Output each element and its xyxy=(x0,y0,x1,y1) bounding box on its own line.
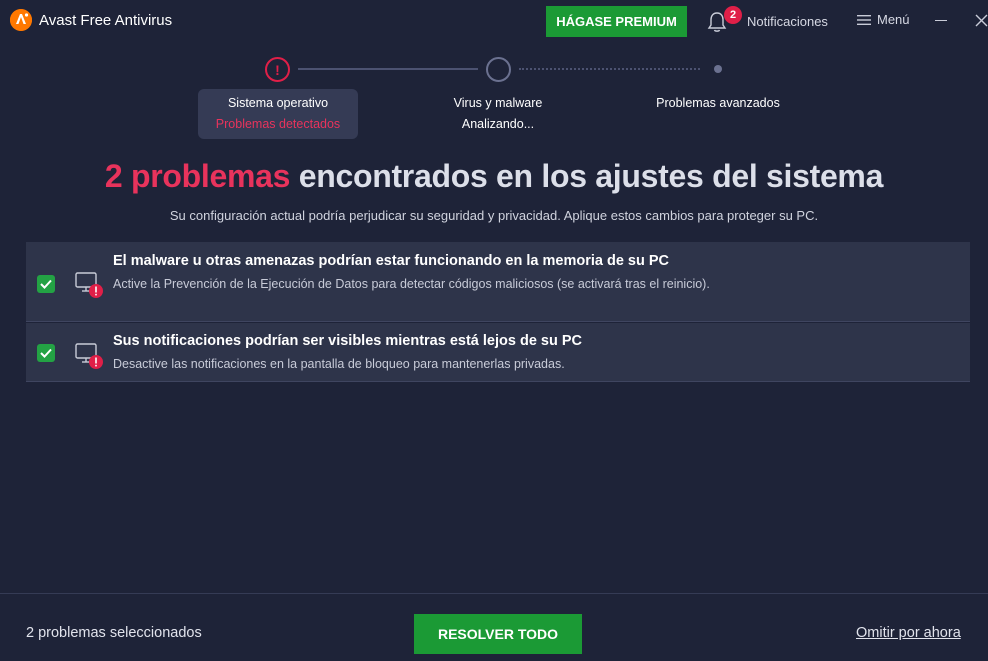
step-scanning-circle xyxy=(486,57,511,82)
pc-warning-icon xyxy=(75,271,105,299)
issue-row: El malware u otras amenazas podrían esta… xyxy=(26,242,970,322)
app-title: Avast Free Antivirus xyxy=(39,12,173,29)
title-bar: Avast Free Antivirus HÁGASE PREMIUM 2 No… xyxy=(0,0,988,42)
checkmark-icon xyxy=(40,348,52,358)
avast-logo-icon xyxy=(10,9,32,31)
page-title: 2 problemas encontrados en los ajustes d… xyxy=(0,158,988,195)
page-title-rest: encontrados en los ajustes del sistema xyxy=(298,158,884,194)
issue-description: Active la Prevención de la Ejecución de … xyxy=(113,277,710,291)
issue-title: El malware u otras amenazas podrían esta… xyxy=(113,253,669,269)
close-icon xyxy=(975,14,988,27)
close-button[interactable] xyxy=(975,14,988,27)
notifications-label: Notificaciones xyxy=(747,13,828,29)
step-os-title: Sistema operativo xyxy=(227,96,329,110)
hamburger-icon xyxy=(857,14,871,25)
step-advanced-title: Problemas avanzados xyxy=(656,96,780,110)
issue-row: Sus notificaciones podrían ser visibles … xyxy=(26,323,970,382)
step-malware-title: Virus y malware xyxy=(453,96,543,110)
notifications-button[interactable]: 2 Notificaciones xyxy=(706,6,828,36)
stepper-dotted-line xyxy=(519,68,700,70)
bell-icon: 2 xyxy=(706,6,742,32)
resolve-all-button[interactable]: RESOLVER TODO xyxy=(414,614,582,654)
checkmark-icon xyxy=(40,279,52,289)
notifications-count-badge: 2 xyxy=(724,6,742,24)
issue-checkbox[interactable] xyxy=(37,344,55,362)
step-os-status: Problemas detectados xyxy=(215,117,341,131)
pc-warning-icon xyxy=(75,342,105,370)
stepper-line xyxy=(298,68,478,70)
footer-divider xyxy=(0,593,988,594)
go-premium-button[interactable]: HÁGASE PREMIUM xyxy=(546,6,687,37)
step-malware-status: Analizando... xyxy=(461,117,535,131)
menu-button[interactable]: Menú xyxy=(857,12,910,27)
skip-for-now-link[interactable]: Omitir por ahora xyxy=(856,625,961,641)
menu-label: Menú xyxy=(877,12,910,27)
page-subtitle: Su configuración actual podría perjudica… xyxy=(169,208,819,223)
issue-checkbox[interactable] xyxy=(37,275,55,293)
issue-description: Desactive las notificaciones en la panta… xyxy=(113,357,565,371)
minimize-button[interactable] xyxy=(935,20,947,21)
issue-title: Sus notificaciones podrían ser visibles … xyxy=(113,333,582,349)
selected-count: 2 problemas seleccionados xyxy=(26,625,202,641)
problem-count: 2 problemas xyxy=(104,158,291,194)
step-warning-icon: ! xyxy=(265,57,290,82)
step-pending-dot xyxy=(714,65,722,73)
